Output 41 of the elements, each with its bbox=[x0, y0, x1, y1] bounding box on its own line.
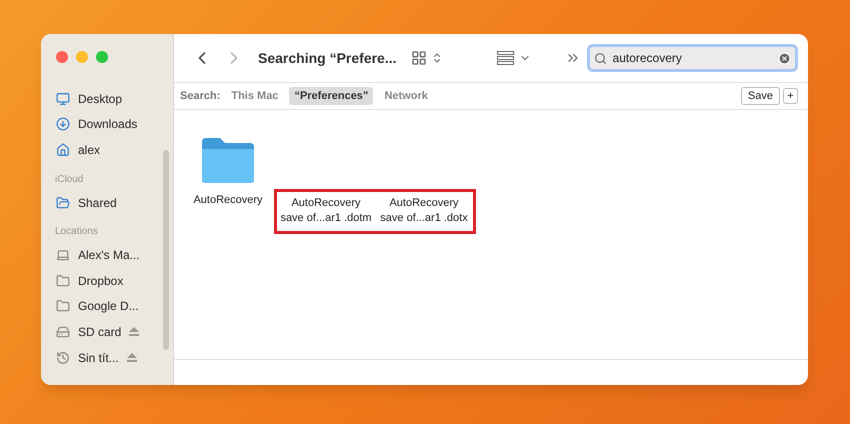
scope-tab[interactable]: Network bbox=[379, 86, 433, 106]
download-icon bbox=[56, 117, 70, 132]
grid-view-icon[interactable] bbox=[410, 50, 427, 66]
clock-icon bbox=[56, 350, 70, 365]
sidebar-item[interactable]: Alex's Ma... bbox=[56, 242, 173, 268]
scope-label: Search: bbox=[180, 88, 220, 104]
sidebar-item[interactable]: Desktop bbox=[56, 86, 173, 112]
clear-icon[interactable] bbox=[778, 52, 791, 64]
drive-icon bbox=[56, 324, 70, 339]
folder-icon bbox=[56, 299, 70, 314]
desktop-icon bbox=[56, 92, 70, 106]
group-icon[interactable] bbox=[496, 51, 514, 65]
sidebar-item[interactable]: Dropbox bbox=[56, 268, 173, 294]
search-icon bbox=[594, 52, 607, 64]
close-button[interactable] bbox=[56, 51, 68, 63]
file-name[interactable]: AutoRecovery save of...ar1 .dotx bbox=[375, 196, 473, 226]
eject-icon[interactable] bbox=[126, 353, 137, 362]
sidebar-heading: iCloud bbox=[55, 172, 84, 187]
sidebar-item[interactable]: Downloads bbox=[56, 112, 173, 138]
sidebar-item[interactable]: Sin tít... bbox=[56, 344, 173, 370]
sidebar-item[interactable]: Shared bbox=[56, 190, 173, 216]
search-field[interactable]: autorecovery bbox=[586, 44, 798, 72]
eject-icon[interactable] bbox=[129, 327, 140, 336]
home-icon bbox=[56, 142, 70, 157]
scope-tab[interactable]: This Mac bbox=[226, 86, 284, 106]
folder-icon bbox=[56, 274, 70, 288]
folder-icon[interactable] bbox=[200, 136, 256, 184]
sidebar-item[interactable]: SD card bbox=[56, 319, 173, 345]
shared-icon bbox=[56, 196, 70, 210]
sidebar-heading: Locations bbox=[55, 225, 99, 240]
scrollbar[interactable] bbox=[163, 150, 169, 350]
file-name[interactable]: AutoRecovery bbox=[179, 193, 277, 208]
window-title: Searching “Prefere... bbox=[258, 48, 397, 68]
sidebar-item[interactable]: Google D... bbox=[56, 294, 173, 320]
file-name[interactable]: AutoRecovery save of...ar1 .dotm bbox=[277, 196, 375, 226]
computer-icon bbox=[56, 248, 70, 262]
zoom-button[interactable] bbox=[96, 51, 108, 63]
save-button[interactable]: Save bbox=[740, 86, 780, 106]
sidebar-item[interactable]: alex bbox=[56, 137, 173, 163]
add-button[interactable]: + bbox=[783, 88, 798, 104]
scope-tab[interactable]: “Preferences” bbox=[289, 86, 374, 106]
